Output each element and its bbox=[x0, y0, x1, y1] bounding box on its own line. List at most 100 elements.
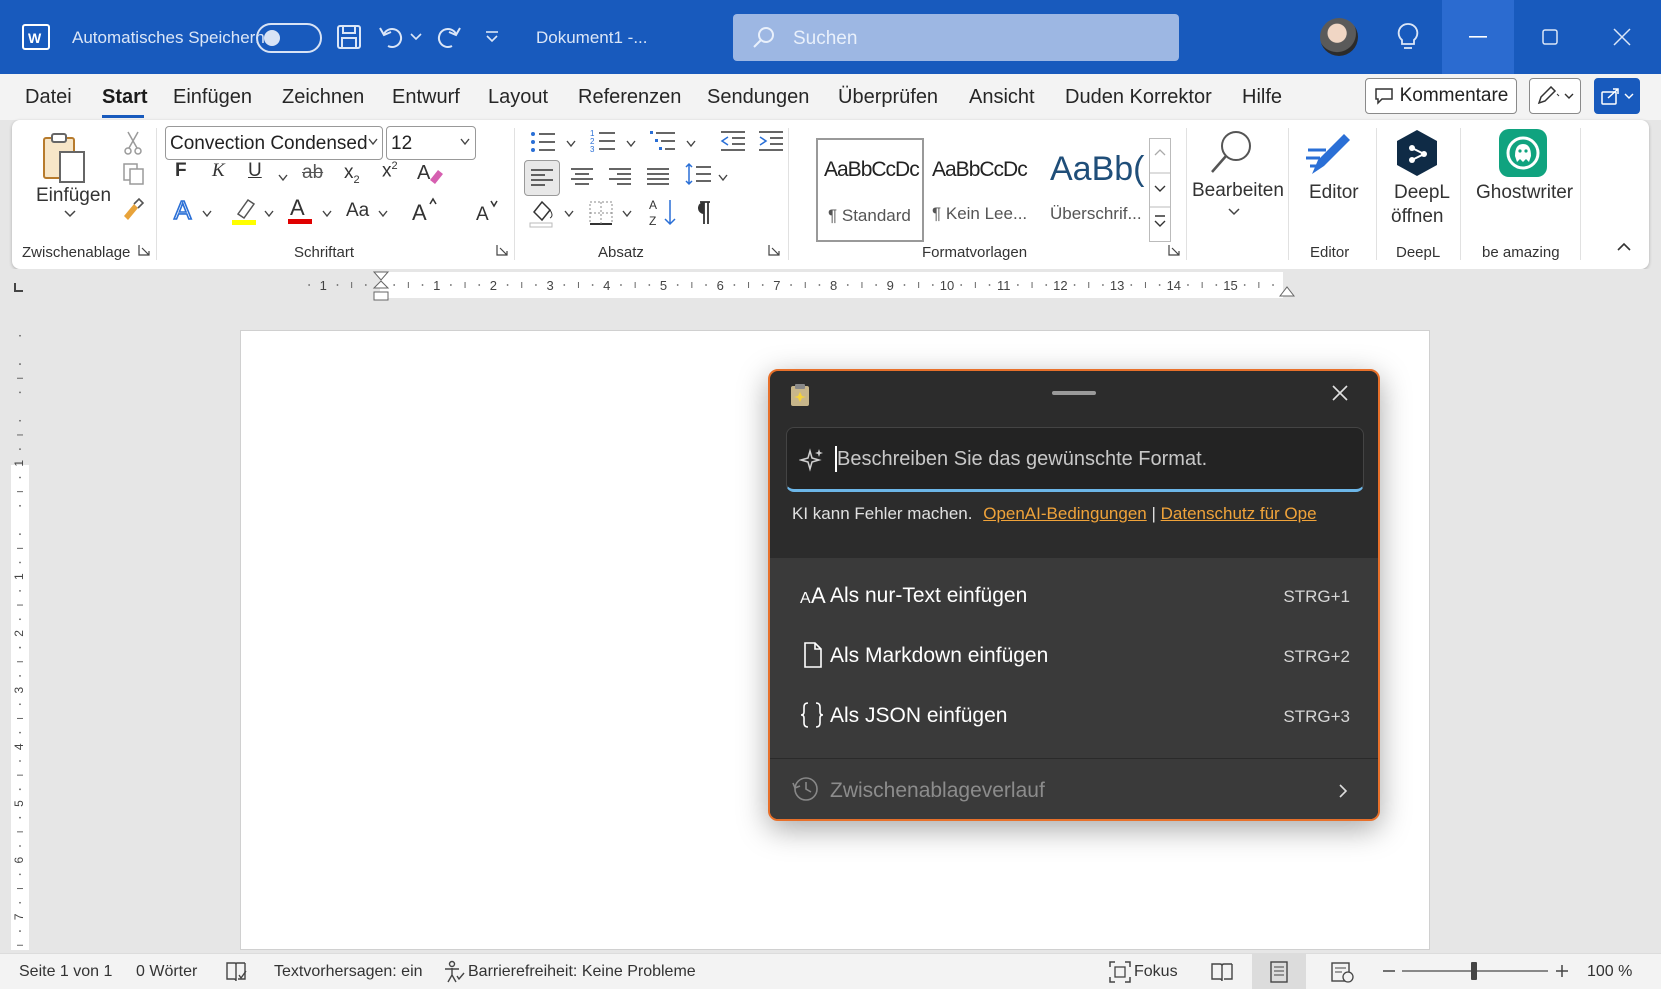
tab-sendungen[interactable]: Sendungen bbox=[707, 86, 809, 109]
shading-icon[interactable] bbox=[528, 198, 556, 228]
indent-marker-icon[interactable] bbox=[372, 270, 390, 304]
tab-entwurf[interactable]: Entwurf bbox=[392, 86, 460, 109]
line-spacing-icon[interactable] bbox=[684, 160, 712, 190]
paste-markdown-option[interactable]: Als Markdown einfügen STRG+2 bbox=[770, 627, 1378, 685]
chevron-down-icon[interactable] bbox=[202, 210, 212, 218]
strikethrough-button[interactable]: ab bbox=[302, 162, 323, 184]
chevron-down-icon[interactable] bbox=[378, 210, 388, 218]
editor-pen-icon[interactable] bbox=[1304, 130, 1354, 180]
shrink-font-icon[interactable]: A bbox=[474, 198, 500, 224]
justify-icon[interactable] bbox=[644, 162, 672, 192]
align-left-button[interactable] bbox=[524, 160, 560, 196]
zoom-in-icon[interactable] bbox=[1555, 964, 1569, 978]
style-heading[interactable]: AaBb( Überschrif... bbox=[1036, 138, 1146, 242]
chevron-down-icon[interactable] bbox=[566, 140, 576, 148]
tab-einfuegen[interactable]: Einfügen bbox=[173, 86, 252, 109]
undo-dropdown-icon[interactable] bbox=[410, 32, 422, 42]
chevron-down-icon[interactable] bbox=[1228, 208, 1240, 216]
tab-hilfe[interactable]: Hilfe bbox=[1242, 86, 1282, 109]
paste-json-option[interactable]: Als JSON einfügen STRG+3 bbox=[770, 687, 1378, 745]
italic-button[interactable]: K bbox=[212, 160, 225, 182]
privacy-link[interactable]: Datenschutz für Ope bbox=[1161, 504, 1317, 523]
increase-indent-icon[interactable] bbox=[758, 130, 784, 152]
show-formatting-icon[interactable] bbox=[690, 200, 712, 226]
numbering-icon[interactable]: 123 bbox=[590, 128, 616, 154]
collapse-ribbon-icon[interactable] bbox=[1616, 242, 1632, 252]
bullets-icon[interactable] bbox=[530, 130, 556, 154]
deepl-label-2[interactable]: öffnen bbox=[1391, 206, 1443, 228]
edit-label[interactable]: Bearbeiten bbox=[1192, 180, 1284, 202]
chevron-down-icon[interactable] bbox=[264, 210, 274, 218]
style-no-spacing[interactable]: AaBbCcDc ¶ Kein Lee... bbox=[926, 138, 1034, 242]
chevron-down-icon[interactable] bbox=[622, 210, 632, 218]
editor-label[interactable]: Editor bbox=[1309, 182, 1359, 204]
accessibility-icon[interactable] bbox=[442, 960, 466, 984]
user-avatar[interactable] bbox=[1320, 18, 1358, 56]
styles-scroll[interactable] bbox=[1149, 138, 1171, 242]
dialog-launcher-icon[interactable] bbox=[496, 244, 508, 256]
magnifier-icon[interactable] bbox=[1208, 128, 1256, 176]
sort-icon[interactable]: AZ bbox=[648, 196, 678, 228]
paste-label[interactable]: Einfügen bbox=[36, 185, 111, 207]
highlight-color-icon[interactable] bbox=[230, 196, 258, 226]
paste-dropdown-icon[interactable] bbox=[64, 210, 76, 218]
chevron-down-icon[interactable] bbox=[686, 140, 696, 148]
tab-ueberpruefen[interactable]: Überprüfen bbox=[838, 86, 938, 109]
chevron-down-icon[interactable] bbox=[626, 140, 636, 148]
search-box[interactable]: Suchen bbox=[733, 14, 1179, 61]
tab-zeichnen[interactable]: Zeichnen bbox=[282, 86, 364, 109]
dialog-launcher-icon[interactable] bbox=[768, 244, 780, 256]
focus-icon[interactable] bbox=[1108, 960, 1132, 984]
change-case-button[interactable]: Aa bbox=[346, 200, 369, 222]
save-icon[interactable] bbox=[336, 24, 362, 50]
openai-terms-link[interactable]: OpenAI-Bedingungen bbox=[983, 504, 1147, 523]
clear-formatting-icon[interactable]: A bbox=[416, 160, 444, 186]
tab-ansicht[interactable]: Ansicht bbox=[969, 86, 1035, 109]
zoom-slider-thumb[interactable] bbox=[1471, 962, 1477, 980]
horizontal-ruler[interactable]: 1 1 2 3 4 5 6 7 8 9 10 11 12 13 14 15 bbox=[240, 272, 1283, 298]
redo-icon[interactable] bbox=[434, 24, 462, 50]
paste-plain-text-option[interactable]: AA Als nur-Text einfügen STRG+1 bbox=[770, 567, 1378, 625]
tab-duden-korrektor[interactable]: Duden Korrektor bbox=[1065, 86, 1212, 109]
chevron-down-icon[interactable] bbox=[718, 174, 728, 182]
align-right-icon[interactable] bbox=[606, 162, 634, 192]
dialog-launcher-icon[interactable] bbox=[1168, 244, 1180, 256]
copy-icon[interactable] bbox=[122, 162, 146, 186]
font-color-icon[interactable]: A bbox=[286, 194, 314, 226]
zoom-out-icon[interactable] bbox=[1382, 964, 1396, 978]
underline-dropdown-icon[interactable] bbox=[278, 174, 288, 182]
clipboard-history-option[interactable]: Zwischenablageverlauf bbox=[770, 761, 1378, 819]
font-name-select[interactable]: Convection Condensed bbox=[165, 126, 383, 160]
chevron-down-icon[interactable] bbox=[564, 210, 574, 218]
page-count[interactable]: Seite 1 von 1 bbox=[19, 963, 112, 981]
drag-handle[interactable] bbox=[1052, 391, 1096, 395]
format-description-input[interactable]: Beschreiben Sie das gewünschte Format. bbox=[786, 427, 1364, 492]
tab-start[interactable]: Start bbox=[102, 86, 148, 109]
chevron-down-icon[interactable] bbox=[322, 210, 332, 218]
right-indent-marker-icon[interactable] bbox=[1278, 284, 1296, 298]
bold-button[interactable]: F bbox=[175, 160, 187, 182]
dialog-launcher-icon[interactable] bbox=[138, 244, 150, 256]
customize-toolbar-icon[interactable] bbox=[484, 30, 500, 44]
cut-icon[interactable] bbox=[123, 130, 143, 156]
decrease-indent-icon[interactable] bbox=[720, 130, 746, 152]
tab-referenzen[interactable]: Referenzen bbox=[578, 86, 681, 109]
tab-selector-icon[interactable] bbox=[14, 283, 23, 292]
subscript-button[interactable]: x2 bbox=[344, 162, 360, 186]
web-layout-icon[interactable] bbox=[1330, 960, 1354, 984]
word-count[interactable]: 0 Wörter bbox=[136, 963, 197, 981]
superscript-button[interactable]: x2 bbox=[382, 160, 398, 182]
deepl-icon[interactable] bbox=[1394, 128, 1440, 178]
lightbulb-icon[interactable] bbox=[1396, 22, 1420, 52]
read-mode-icon[interactable] bbox=[1210, 960, 1234, 984]
print-layout-button[interactable] bbox=[1252, 954, 1306, 989]
proofing-book-icon[interactable] bbox=[224, 960, 248, 984]
editing-mode-button[interactable] bbox=[1529, 78, 1581, 114]
borders-icon[interactable] bbox=[588, 200, 614, 226]
zoom-level[interactable]: 100 % bbox=[1587, 963, 1632, 981]
text-predictions-status[interactable]: Textvorhersagen: ein bbox=[274, 963, 423, 981]
grow-font-icon[interactable]: A bbox=[410, 196, 438, 224]
tab-layout[interactable]: Layout bbox=[488, 86, 548, 109]
accessibility-status[interactable]: Barrierefreiheit: Keine Probleme bbox=[468, 963, 696, 981]
ghostwriter-icon[interactable] bbox=[1498, 128, 1548, 178]
